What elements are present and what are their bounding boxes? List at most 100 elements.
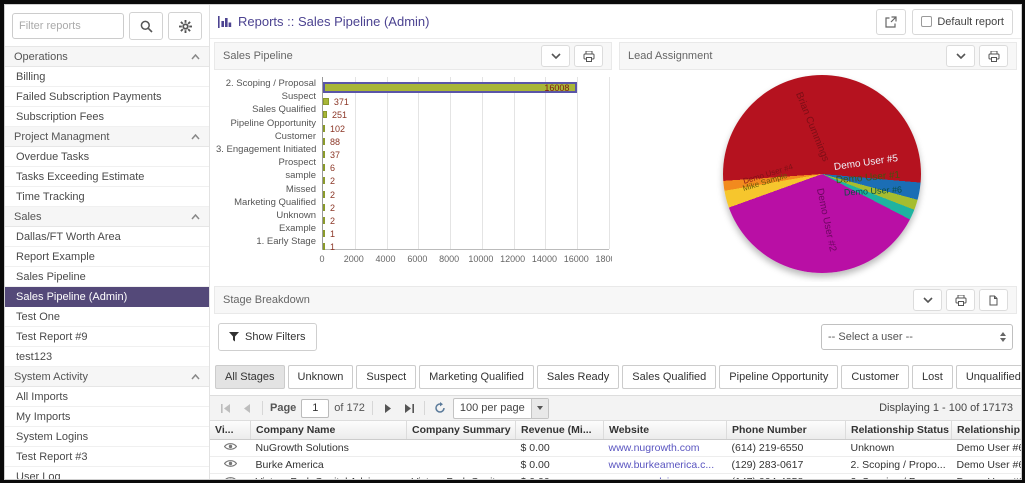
sidebar-item-sales-pipeline[interactable]: Sales Pipeline: [5, 267, 209, 287]
table-row[interactable]: NuGrowth Solutions $ 0.00 www.nugrowth.com…: [210, 439, 1021, 457]
sidebar-item-sales-pipeline-admin-[interactable]: Sales Pipeline (Admin): [5, 287, 209, 307]
x-axis-tick-label: 10000: [468, 254, 494, 264]
chevron-down-icon: [922, 297, 933, 303]
bar-pipeline-opportunity: [323, 124, 325, 132]
open-report-button[interactable]: [876, 8, 907, 35]
view-record-cell[interactable]: [210, 473, 251, 479]
bar-example: [323, 230, 325, 238]
table-row[interactable]: Burke America $ 0.00 www.burkeamerica.c...…: [210, 456, 1021, 474]
eye-icon[interactable]: [224, 476, 237, 479]
filter-reports-input[interactable]: [12, 13, 124, 39]
column-header-website[interactable]: Website: [603, 421, 727, 440]
sidebar-section-project-managment[interactable]: Project Managment: [5, 127, 209, 147]
sidebar-item-report-example[interactable]: Report Example: [5, 247, 209, 267]
first-page-icon[interactable]: [218, 400, 234, 416]
bar-2-scoping-proposal: [323, 82, 578, 93]
company-summary-cell: [406, 456, 516, 474]
sidebar-item-my-imports[interactable]: My Imports: [5, 407, 209, 427]
tab-marketing-qualified[interactable]: Marketing Qualified: [419, 365, 534, 389]
eye-icon[interactable]: [223, 459, 237, 471]
sales-pipeline-print-button[interactable]: [574, 45, 603, 67]
bar-missed: [323, 190, 325, 198]
page-title: Reports :: Sales Pipeline (Admin): [238, 14, 430, 29]
view-record-cell[interactable]: [210, 456, 251, 474]
view-record-cell[interactable]: [210, 439, 251, 457]
bar-chart-icon: [218, 15, 232, 28]
sidebar-item-test-one[interactable]: Test One: [5, 307, 209, 327]
tab-customer[interactable]: Customer: [841, 365, 910, 389]
prev-page-icon[interactable]: [239, 400, 255, 416]
sidebar-item-subscription-fees[interactable]: Subscription Fees: [5, 107, 209, 127]
column-header-company-summary[interactable]: Company Summary: [406, 421, 516, 440]
print-icon: [988, 50, 1000, 62]
column-header-relationship-mana-[interactable]: Relationship Mana...: [951, 421, 1021, 440]
bar-1-early-stage: [323, 243, 325, 251]
stage-breakdown-export-button[interactable]: [979, 289, 1008, 311]
column-header-revenue-mi-[interactable]: Revenue (Mi...: [515, 421, 604, 440]
default-report-checkbox[interactable]: [921, 16, 933, 27]
sidebar-item-test-report-9[interactable]: Test Report #9: [5, 327, 209, 347]
default-report-button[interactable]: Default report: [912, 8, 1013, 35]
company-summary-cell: [406, 439, 516, 457]
tab-lost[interactable]: Lost: [912, 365, 953, 389]
relationship-manager-cell: Demo User #6: [951, 439, 1021, 457]
gridline: [577, 77, 579, 249]
show-filters-button[interactable]: Show Filters: [218, 323, 317, 351]
per-page-dropdown[interactable]: 100 per page: [452, 397, 549, 419]
website-cell[interactable]: www.nugrowth.com: [603, 439, 727, 457]
tab-suspect[interactable]: Suspect: [356, 365, 417, 389]
tab-unknown[interactable]: Unknown: [287, 365, 354, 389]
sidebar-section-system-activity[interactable]: System Activity: [5, 367, 209, 387]
lead-assignment-print-button[interactable]: [979, 45, 1008, 67]
column-header-vi-[interactable]: Vi...: [210, 421, 251, 440]
sidebar-item-system-logins[interactable]: System Logins: [5, 427, 209, 447]
phone-cell: (614) 219-6550: [726, 439, 846, 457]
sidebar-item-test-report-3[interactable]: Test Report #3: [5, 447, 209, 467]
print-icon: [583, 50, 595, 62]
relationship-manager-cell: Demo User #6: [951, 473, 1021, 479]
settings-button[interactable]: [168, 12, 202, 40]
tab-sales-qualified[interactable]: Sales Qualified: [622, 365, 717, 389]
sidebar-item-billing[interactable]: Billing: [5, 67, 209, 87]
next-page-icon[interactable]: [380, 400, 396, 416]
select-user-dropdown[interactable]: -- Select a user --: [821, 324, 1013, 350]
tab-all-stages[interactable]: All Stages: [215, 365, 285, 389]
tab-unqualified[interactable]: Unqualified: [955, 365, 1021, 389]
gridline: [513, 77, 515, 249]
column-header-relationship-status[interactable]: Relationship Status: [845, 421, 952, 440]
last-page-icon[interactable]: [401, 400, 417, 416]
website-cell[interactable]: www.burkeamerica.c...: [603, 456, 727, 474]
lead-assignment-collapse-button[interactable]: [946, 45, 975, 67]
bar-suspect: [323, 98, 329, 106]
stage-breakdown-collapse-button[interactable]: [913, 289, 942, 311]
sales-pipeline-panel: Sales Pipeline 2. Scoping / Proposal 1600…: [214, 42, 612, 282]
bar-sales-qualified: [323, 111, 327, 119]
bar-value-label: 2: [330, 189, 336, 200]
bar-value-label: 6: [330, 163, 336, 174]
table-row[interactable]: Victory Park Capital Advisor...Victory P…: [210, 473, 1021, 479]
sidebar-item-tasks-exceeding-estimate[interactable]: Tasks Exceeding Estimate: [5, 167, 209, 187]
eye-icon[interactable]: [223, 442, 237, 454]
sidebar-item-all-imports[interactable]: All Imports: [5, 387, 209, 407]
tab-pipeline-opportunity[interactable]: Pipeline Opportunity: [719, 365, 839, 389]
sidebar-item-user-log[interactable]: User Log: [5, 467, 209, 480]
sidebar-item-dallas-ft-worth-area[interactable]: Dallas/FT Worth Area: [5, 227, 209, 247]
stage-breakdown-print-button[interactable]: [946, 289, 975, 311]
bar-value-label: 1: [330, 242, 336, 253]
sidebar-item-overdue-tasks[interactable]: Overdue Tasks: [5, 147, 209, 167]
sidebar-item-time-tracking[interactable]: Time Tracking: [5, 187, 209, 207]
sidebar-section-operations[interactable]: Operations: [5, 47, 209, 67]
tab-sales-ready[interactable]: Sales Ready: [536, 365, 620, 389]
sidebar-section-sales[interactable]: Sales: [5, 207, 209, 227]
column-header-phone-number[interactable]: Phone Number: [726, 421, 846, 440]
search-button[interactable]: [129, 12, 163, 40]
page-number-input[interactable]: [301, 398, 330, 418]
sales-pipeline-collapse-button[interactable]: [541, 45, 570, 67]
column-header-company-name[interactable]: Company Name: [250, 421, 407, 440]
refresh-icon[interactable]: [432, 400, 448, 416]
revenue-cell: $ 0.00: [515, 456, 604, 474]
sidebar-item-test123[interactable]: test123: [5, 347, 209, 367]
bar-value-label: 37: [330, 150, 341, 160]
sidebar-item-failed-subscription-payments[interactable]: Failed Subscription Payments: [5, 87, 209, 107]
website-cell[interactable]: www.vpcadvisors.com: [603, 473, 727, 479]
